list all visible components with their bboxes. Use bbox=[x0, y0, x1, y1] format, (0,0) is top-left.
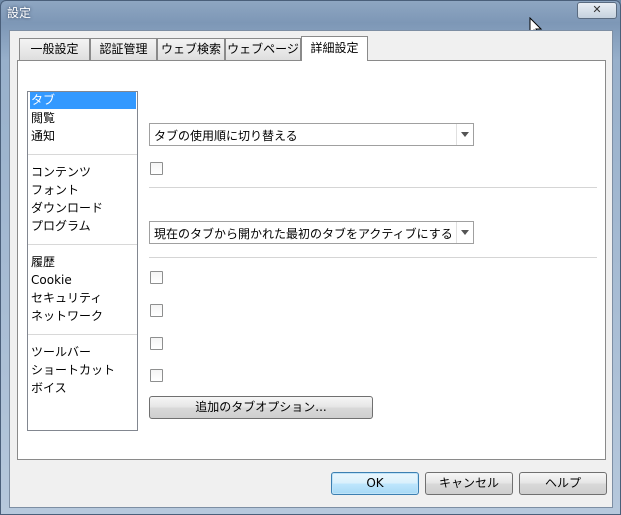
cancel-button[interactable]: キャンセル bbox=[425, 472, 513, 495]
tab-advanced[interactable]: 詳細設定 bbox=[301, 36, 368, 61]
sidebar-item-toolbar[interactable]: ツールバー bbox=[30, 344, 136, 361]
option-checkbox-2[interactable] bbox=[150, 271, 163, 284]
tab-cycle-select[interactable]: タブの使用順に切り替える bbox=[149, 123, 474, 146]
sidebar-item-network[interactable]: ネットワーク bbox=[30, 308, 136, 325]
sidebar-item-programs[interactable]: プログラム bbox=[30, 218, 136, 235]
tab-authentication[interactable]: 認証管理 bbox=[90, 38, 157, 60]
help-button[interactable]: ヘルプ bbox=[519, 472, 607, 495]
tab-close-activation-select[interactable]: 現在のタブから開かれた最初のタブをアクティブにする bbox=[149, 221, 474, 244]
tab-web-page[interactable]: ウェブページ bbox=[225, 38, 301, 60]
sidebar-item-downloads[interactable]: ダウンロード bbox=[30, 200, 136, 217]
list-divider bbox=[28, 154, 137, 155]
sidebar-item-security[interactable]: セキュリティ bbox=[30, 290, 136, 307]
section-divider bbox=[149, 257, 597, 258]
sidebar-item-cookie[interactable]: Cookie bbox=[30, 272, 136, 289]
chevron-down-icon[interactable] bbox=[456, 124, 473, 145]
category-list[interactable]: タブ 閲覧 通知 コンテンツ フォント ダウンロード プログラム 履歴 Cook… bbox=[27, 91, 138, 431]
tab-cycle-select-value: タブの使用順に切り替える bbox=[154, 129, 298, 143]
dialog-client-area: 一般設定 認証管理 ウェブ検索 ウェブページ 詳細設定 タブ 閲覧 通知 コンテ… bbox=[9, 30, 613, 508]
option-checkbox-4[interactable] bbox=[150, 337, 163, 350]
option-checkbox-3[interactable] bbox=[150, 304, 163, 317]
window-title: 設定 bbox=[7, 6, 32, 20]
section-divider bbox=[149, 187, 597, 188]
sidebar-item-history[interactable]: 履歴 bbox=[30, 254, 136, 271]
close-button[interactable]: ✕ bbox=[577, 2, 617, 19]
tab-close-select-value: 現在のタブから開かれた最初のタブをアクティブにする bbox=[154, 227, 453, 241]
tab-general[interactable]: 一般設定 bbox=[19, 38, 90, 60]
tab-web-search[interactable]: ウェブ検索 bbox=[157, 38, 225, 60]
sidebar-item-shortcuts[interactable]: ショートカット bbox=[30, 362, 136, 379]
sidebar-item-content[interactable]: コンテンツ bbox=[30, 164, 136, 181]
sidebar-item-notifications[interactable]: 通知 bbox=[30, 128, 136, 145]
sidebar-item-fonts[interactable]: フォント bbox=[30, 182, 136, 199]
advanced-settings-panel: タブ 閲覧 通知 コンテンツ フォント ダウンロード プログラム 履歴 Cook… bbox=[17, 60, 606, 460]
chevron-down-icon[interactable] bbox=[456, 222, 473, 243]
sidebar-item-browsing[interactable]: 閲覧 bbox=[30, 110, 136, 127]
sidebar-item-tabs[interactable]: タブ bbox=[30, 92, 136, 109]
option-checkbox-1[interactable] bbox=[150, 162, 163, 175]
settings-window: 設定 ✕ 一般設定 認証管理 ウェブ検索 ウェブページ 詳細設定 タブ 閲覧 通… bbox=[0, 0, 621, 515]
more-tab-options-button[interactable]: 追加のタブオプション... bbox=[149, 396, 373, 419]
ok-button[interactable]: OK bbox=[331, 472, 419, 495]
sidebar-item-voice[interactable]: ボイス bbox=[30, 380, 136, 397]
option-checkbox-5[interactable] bbox=[150, 369, 163, 382]
list-divider bbox=[28, 244, 137, 245]
list-divider bbox=[28, 334, 137, 335]
